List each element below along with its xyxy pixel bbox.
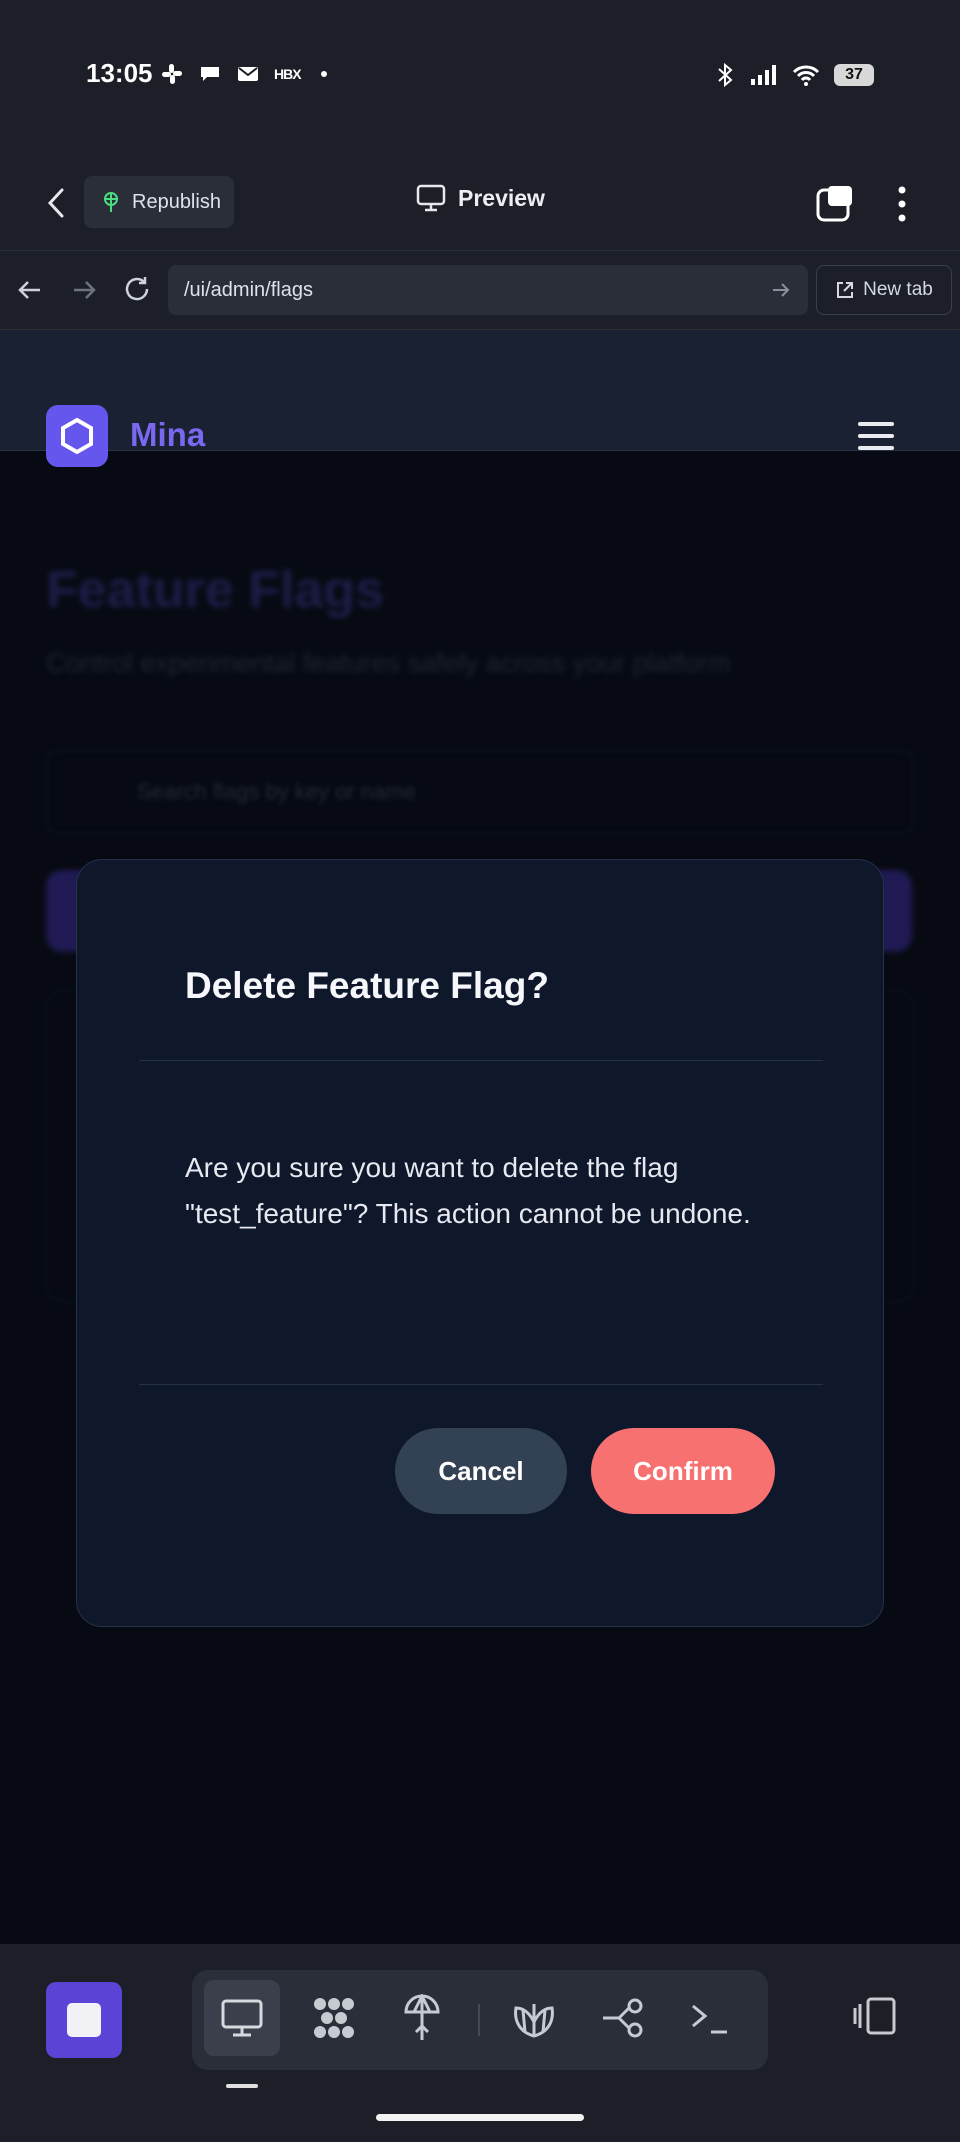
stop-button[interactable] [46, 1982, 122, 2058]
reload-icon[interactable] [122, 274, 152, 304]
page-title: Feature Flags [46, 561, 385, 619]
go-arrow-icon[interactable] [770, 279, 792, 301]
republish-button[interactable]: Republish [84, 176, 234, 228]
battery-icon: 37 [834, 64, 874, 86]
new-tab-button[interactable]: New tab [816, 265, 952, 315]
tool-deploy[interactable] [384, 1980, 460, 2056]
slack-icon [162, 64, 182, 84]
nav-forward-icon[interactable] [70, 276, 98, 304]
tool-terminal[interactable] [672, 1980, 748, 2056]
tool-group [192, 1970, 768, 2070]
active-tool-indicator [226, 2084, 258, 2088]
dialog-divider-bottom [139, 1384, 823, 1385]
bluetooth-icon [718, 62, 733, 88]
confirm-button[interactable]: Confirm [591, 1428, 775, 1514]
flag-search-input: Search flags by key or name [46, 750, 914, 834]
tabs-button[interactable] [816, 184, 856, 229]
back-icon[interactable] [42, 186, 72, 220]
webview: Mina Feature Flags Control experimental … [0, 330, 960, 1944]
external-link-icon [837, 282, 854, 298]
brand-name[interactable]: Mina [130, 416, 205, 454]
tool-shell[interactable] [496, 1980, 572, 2056]
status-time: 13:05 [86, 58, 153, 88]
url-input[interactable]: /ui/admin/flags [168, 265, 808, 315]
preview-label: Preview [458, 184, 545, 211]
new-tab-label: New tab [863, 279, 933, 300]
preview-title: Preview [416, 184, 545, 212]
signal-icon [751, 65, 776, 85]
url-text: /ui/admin/flags [184, 278, 313, 301]
stop-icon [67, 2003, 101, 2037]
dialog-divider-top [139, 1060, 823, 1061]
page-subtitle: Control experimental features safely acr… [46, 648, 731, 678]
mail-icon [238, 67, 258, 81]
branch-icon [603, 1998, 643, 2038]
republish-label: Republish [132, 190, 221, 213]
apps-icon [314, 1998, 354, 2038]
chat-icon [201, 67, 219, 81]
search-placeholder: Search flags by key or name [137, 779, 416, 804]
tool-branch[interactable] [586, 1980, 662, 2056]
more-menu-button[interactable] [894, 184, 910, 229]
home-indicator[interactable] [376, 2114, 584, 2121]
deploy-icon [104, 192, 118, 212]
battery-level: 37 [845, 66, 863, 83]
hbx-icon: HBX [274, 66, 302, 82]
nav-back-icon[interactable] [16, 276, 44, 304]
delete-confirm-dialog: Delete Feature Flag? Are you sure you wa… [76, 859, 884, 1627]
dialog-message: Are you sure you want to delete the flag… [185, 1152, 751, 1229]
terminal-icon [692, 2004, 727, 2034]
tabs-icon [816, 186, 852, 222]
tool-separator [478, 2004, 480, 2036]
bottom-toolbar [0, 1944, 960, 2142]
split-view-icon[interactable] [852, 1996, 898, 2036]
tool-preview[interactable] [204, 1980, 280, 2056]
tool-apps[interactable] [296, 1980, 372, 2056]
status-left-icons: HBX [160, 62, 327, 86]
deploy-icon [404, 1994, 440, 2040]
more-vertical-icon [898, 186, 906, 222]
cancel-button[interactable]: Cancel [395, 1428, 567, 1514]
dialog-title: Delete Feature Flag? [185, 965, 549, 1006]
wifi-icon [792, 65, 820, 86]
hamburger-menu-icon[interactable] [858, 422, 894, 450]
shell-icon [514, 2004, 554, 2038]
dot-icon [320, 71, 327, 77]
monitor-icon [221, 1999, 263, 2037]
status-right-icons: 37 [714, 62, 874, 88]
monitor-icon [416, 184, 446, 212]
